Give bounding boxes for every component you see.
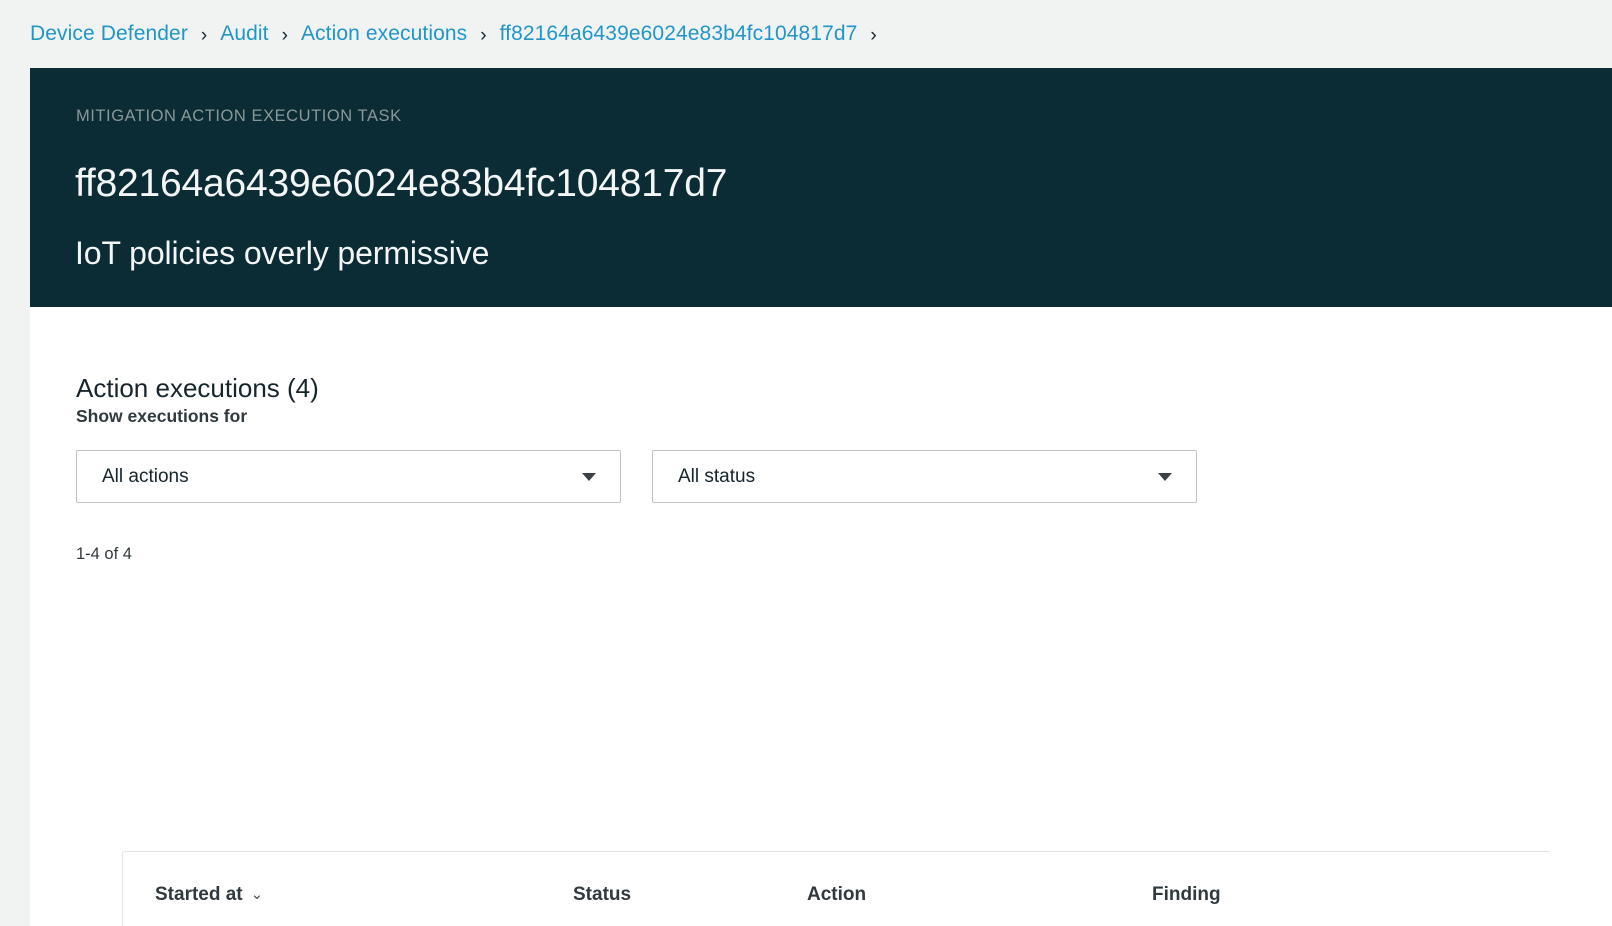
breadcrumb-item-task-id[interactable]: ff82164a6439e6024e83b4fc104817d7	[500, 22, 858, 46]
section-title: Action executions (4)	[76, 373, 319, 404]
filter-group-label: Show executions for	[76, 406, 247, 427]
page-title: ff82164a6439e6024e83b4fc104817d7	[75, 162, 727, 206]
content-panel: Action executions (4) Show executions fo…	[30, 307, 1612, 926]
page-root: Device Defender › Audit › Action executi…	[0, 0, 1612, 926]
breadcrumb-item-audit[interactable]: Audit	[220, 22, 268, 46]
sort-chevron-down-icon: ⌄	[251, 885, 264, 903]
breadcrumb-chevron-right-icon: ›	[201, 26, 207, 45]
action-executions-table: Started at⌄ Status Action Finding Jun 6,…	[122, 851, 1550, 926]
breadcrumb-item-device-defender[interactable]: Device Defender	[30, 22, 188, 46]
column-header-finding: Finding	[1152, 884, 1550, 906]
chevron-down-icon	[582, 473, 596, 481]
breadcrumb-chevron-right-icon: ›	[480, 26, 486, 45]
breadcrumb: Device Defender › Audit › Action executi…	[30, 0, 890, 68]
column-header-started-at-label: Started at	[155, 884, 243, 905]
page-hero-header: MITIGATION ACTION EXECUTION TASK ff82164…	[30, 68, 1612, 307]
action-filter-select[interactable]: All actions	[76, 450, 621, 503]
column-header-status: Status	[573, 884, 807, 906]
status-filter-value: All status	[678, 466, 755, 488]
column-header-started-at[interactable]: Started at ⌄	[123, 884, 573, 906]
page-subtitle: IoT policies overly permissive	[75, 235, 489, 272]
chevron-down-icon	[1158, 473, 1172, 481]
breadcrumb-item-action-executions[interactable]: Action executions	[301, 22, 467, 46]
table-header-row: Started at ⌄ Status Action Finding	[123, 852, 1550, 926]
breadcrumb-chevron-right-icon: ›	[282, 26, 288, 45]
breadcrumb-chevron-right-icon: ›	[870, 26, 876, 45]
action-filter-value: All actions	[102, 466, 189, 488]
column-header-action: Action	[807, 884, 1152, 906]
status-filter-select[interactable]: All status	[652, 450, 1197, 503]
table-viewport: Started at⌄ Status Action Finding Jun 6,…	[76, 579, 1550, 926]
hero-eyebrow-label: MITIGATION ACTION EXECUTION TASK	[76, 107, 402, 126]
pagination-count: 1-4 of 4	[76, 545, 132, 564]
